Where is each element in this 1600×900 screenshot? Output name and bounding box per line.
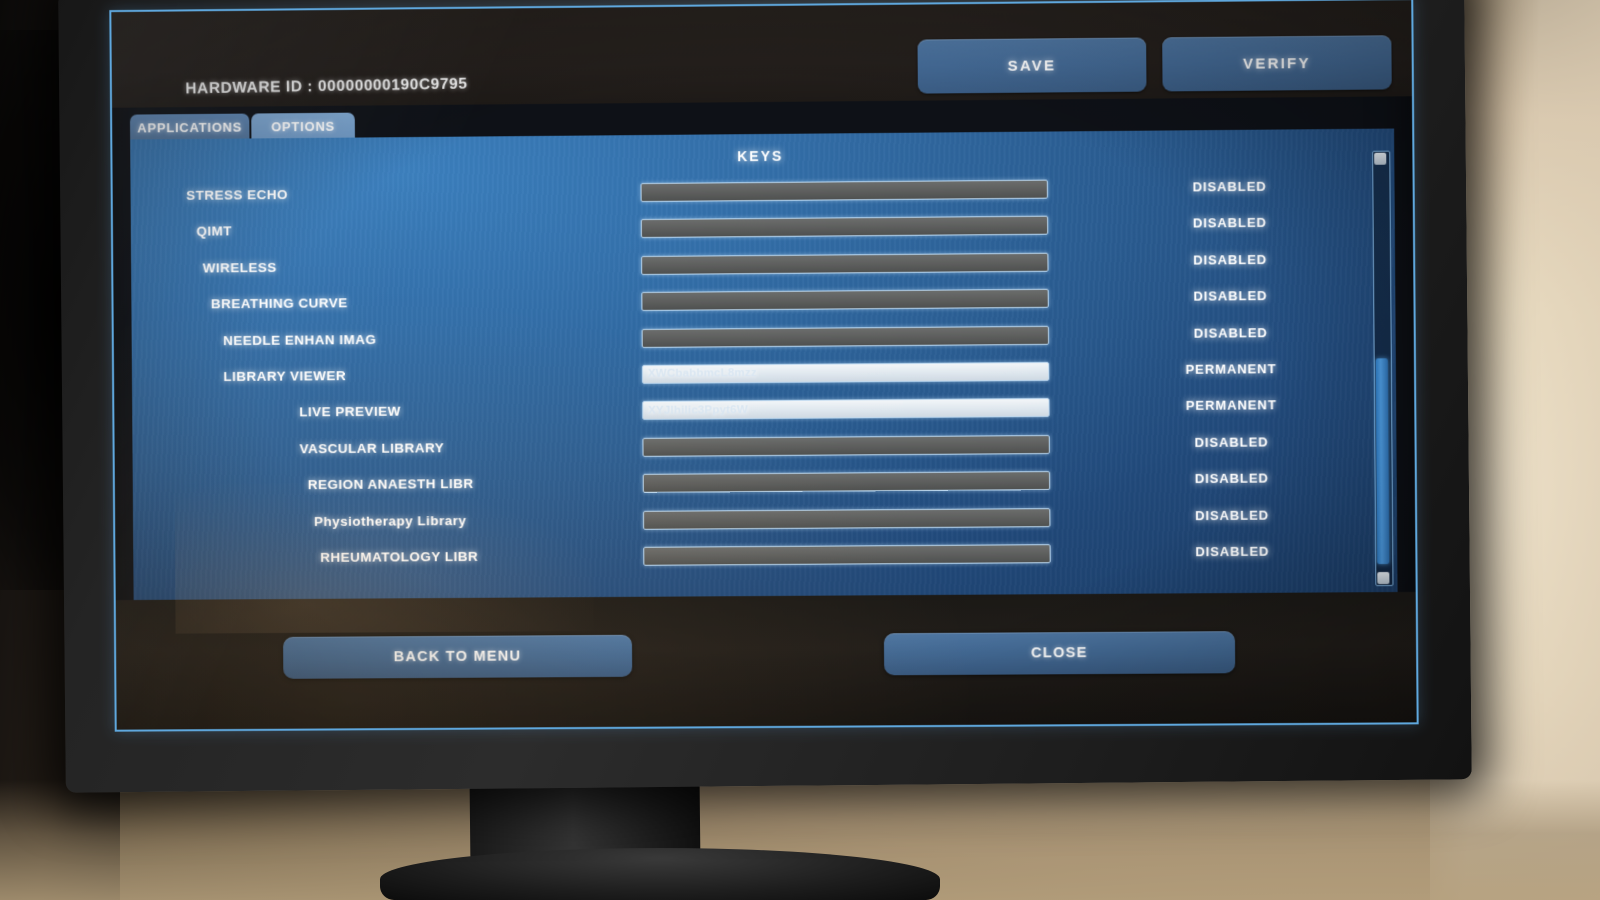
license-key-field[interactable]	[642, 434, 1050, 457]
status-badge: DISABLED	[1192, 215, 1267, 231]
option-label: VASCULAR LIBRARY	[299, 440, 445, 457]
options-panel: KEYS STRESS ECHO DISABLED QIMT DISABLED WIRE…	[130, 128, 1398, 601]
hardware-id-label: HARDWARE ID : 00000000190C9795	[185, 75, 468, 98]
scroll-up-arrow-icon[interactable]	[1374, 152, 1387, 165]
license-key-field[interactable]: XYJlhilic3Ppyt6W	[642, 398, 1050, 421]
ultrasound-options-screen: HARDWARE ID : 00000000190C9795 SAVE VERI…	[109, 0, 1419, 732]
footer-bar: BACK TO MENU CLOSE	[115, 591, 1417, 730]
license-key-field[interactable]	[641, 325, 1050, 348]
option-label: WIRELESS	[202, 259, 277, 276]
license-key-field[interactable]	[641, 252, 1049, 275]
photographed-monitor-scene: HARDWARE ID : 00000000190C9795 SAVE VERI…	[0, 0, 1600, 900]
option-label: REGION ANAESTH LIBR	[307, 476, 474, 493]
license-key-value: XYJlhilic3Ppyt6W	[648, 403, 748, 417]
option-label: Physiotherapy Library	[313, 512, 467, 529]
status-badge: DISABLED	[1193, 251, 1268, 268]
license-key-value: XWCbabbmcL8mzz	[647, 367, 757, 381]
option-label: RHEUMATOLOGY LIBR	[320, 548, 479, 565]
scroll-down-arrow-icon[interactable]	[1377, 572, 1390, 585]
save-button[interactable]: SAVE	[917, 37, 1147, 94]
back-to-menu-button[interactable]: BACK TO MENU	[283, 634, 633, 679]
tab-options[interactable]: OPTIONS	[251, 112, 355, 140]
license-key-field[interactable]	[643, 544, 1051, 566]
status-badge: PERMANENT	[1185, 361, 1277, 377]
license-key-field[interactable]	[642, 507, 1051, 530]
license-key-field[interactable]	[642, 471, 1051, 493]
option-label: BREATHING CURVE	[210, 295, 348, 312]
option-label: NEEDLE ENHAN IMAG	[223, 331, 377, 348]
scrollbar-thumb[interactable]	[1375, 358, 1390, 565]
options-list: STRESS ECHO DISABLED QIMT DISABLED WIRELESS D…	[130, 169, 1397, 579]
license-key-field[interactable]	[640, 179, 1048, 203]
license-key-field[interactable]: XWCbabbmcL8mzz	[641, 361, 1050, 384]
status-badge: DISABLED	[1193, 324, 1268, 341]
status-badge: DISABLED	[1195, 543, 1270, 560]
status-badge: PERMANENT	[1185, 397, 1277, 414]
option-row[interactable]: RHEUMATOLOGY LIBR DISABLED	[133, 534, 1397, 579]
license-key-field[interactable]	[641, 288, 1049, 312]
status-badge: DISABLED	[1194, 507, 1270, 523]
option-label: QIMT	[196, 223, 233, 240]
status-badge: DISABLED	[1194, 470, 1269, 487]
app-header: HARDWARE ID : 00000000190C9795 SAVE VERI…	[111, 0, 1412, 108]
tab-applications[interactable]: APPLICATIONS	[129, 113, 250, 141]
monitor-bezel: HARDWARE ID : 00000000190C9795 SAVE VERI…	[58, 0, 1472, 793]
close-button[interactable]: CLOSE	[883, 631, 1236, 676]
option-label: STRESS ECHO	[186, 187, 289, 203]
verify-button[interactable]: VERIFY	[1162, 35, 1392, 92]
status-badge: DISABLED	[1192, 178, 1267, 195]
license-key-field[interactable]	[640, 216, 1049, 239]
options-scrollbar[interactable]	[1372, 150, 1394, 587]
status-badge: DISABLED	[1193, 288, 1268, 304]
option-label: LIVE PREVIEW	[299, 404, 401, 420]
keys-column-header: KEYS	[737, 147, 784, 165]
status-badge: DISABLED	[1194, 434, 1269, 450]
option-label: LIBRARY VIEWER	[223, 368, 347, 384]
